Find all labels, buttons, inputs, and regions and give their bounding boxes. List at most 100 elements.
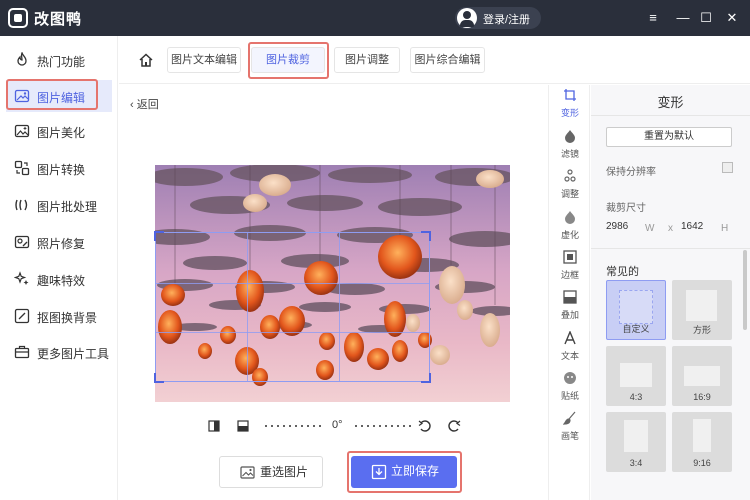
tool-adjust[interactable]: 调整: [549, 166, 591, 206]
crop-height-field[interactable]: 1642: [681, 221, 703, 232]
back-chevron-icon: ‹: [130, 99, 137, 111]
tool-label: 边框: [560, 270, 579, 280]
back-label: 返回: [136, 99, 159, 111]
preset-4-3[interactable]: 4:3: [606, 346, 666, 406]
batch-icon: [15, 199, 28, 211]
maximize-icon[interactable]: ☐: [697, 9, 715, 27]
preset-label: 16:9: [693, 392, 711, 402]
tab-image-adjust[interactable]: 图片调整: [334, 47, 400, 73]
crop-selection[interactable]: [154, 231, 431, 383]
sidebar-highlight-frame: [6, 79, 98, 110]
crop-handle-top-left[interactable]: [154, 231, 164, 241]
text-icon: [564, 331, 576, 345]
preset-square[interactable]: 方形: [672, 280, 732, 340]
crop-width-field[interactable]: 2986: [606, 221, 628, 232]
crop-grid-line: [339, 233, 340, 381]
panel-scrollbar[interactable]: [743, 250, 747, 330]
menu-icon[interactable]: ≡: [644, 9, 662, 27]
sparkle-icon: [14, 271, 29, 285]
tool-label: 滤镜: [560, 149, 579, 159]
sidebar-item-label: 更多图片工具: [37, 347, 110, 361]
sidebar-item-cutout[interactable]: 抠图换背景: [6, 300, 112, 332]
image-beautify-icon: [14, 124, 30, 138]
sidebar-item-batch[interactable]: 图片批处理: [6, 189, 112, 221]
tool-label: 叠加: [560, 310, 579, 320]
tool-blur[interactable]: 虚化: [549, 207, 591, 247]
preset-label: 4:3: [629, 392, 643, 402]
reselect-label: 重选图片: [260, 465, 309, 479]
rotation-slider-right[interactable]: [353, 425, 413, 427]
app-logo-icon: [8, 8, 28, 28]
tool-transform[interactable]: 变形: [549, 85, 591, 125]
crop-grid-line: [156, 283, 429, 284]
sidebar-item-label: 图片美化: [37, 126, 86, 140]
crop-size-label: 裁剪尺寸: [606, 203, 646, 214]
login-button[interactable]: 登录/注册: [455, 7, 541, 29]
tool-label: 贴纸: [560, 391, 579, 401]
toolbar: 图片文本编辑 图片裁剪 图片调整 图片综合编辑: [119, 36, 750, 84]
flip-horizontal-icon[interactable]: [208, 420, 220, 432]
back-link[interactable]: ‹ 返回: [130, 96, 159, 112]
rotate-left-icon[interactable]: [418, 419, 432, 433]
transform-icon: [564, 89, 576, 101]
tab-text-edit[interactable]: 图片文本编辑: [167, 47, 241, 73]
flame-icon: [17, 52, 27, 66]
preset-custom[interactable]: 自定义: [606, 280, 666, 340]
preset-3-4[interactable]: 3:4: [606, 412, 666, 472]
tool-filter[interactable]: 滤镜: [549, 126, 591, 166]
preset-shape: [686, 290, 717, 321]
reset-default-button[interactable]: 重置为默认: [606, 127, 732, 147]
minimize-icon[interactable]: —: [674, 9, 692, 27]
sidebar-item-hot[interactable]: 热门功能: [6, 44, 112, 76]
sidebar-item-effects[interactable]: 趣味特效: [6, 263, 112, 295]
keep-resolution-checkbox[interactable]: [722, 162, 733, 173]
preset-shape: [620, 363, 652, 387]
tool-sticker[interactable]: 贴纸: [549, 368, 591, 408]
sidebar-item-convert[interactable]: 图片转换: [6, 152, 112, 184]
sidebar-item-label: 趣味特效: [37, 274, 86, 288]
tab-comprehensive-edit[interactable]: 图片综合编辑: [410, 47, 485, 73]
preset-label: 自定义: [622, 324, 650, 334]
sidebar-item-more-tools[interactable]: 更多图片工具: [6, 336, 112, 368]
panel-divider: [591, 248, 750, 249]
tool-label: 文本: [560, 351, 579, 361]
tool-rail: 变形 滤镜 调整 虚化 边框 叠加 文本 贴纸 画笔: [548, 85, 590, 500]
crop-handle-bottom-left[interactable]: [154, 373, 164, 383]
preset-label: 9:16: [693, 458, 711, 468]
image-icon: [240, 466, 255, 479]
keep-resolution-label: 保持分辨率: [606, 167, 656, 178]
tool-overlay[interactable]: 叠加: [549, 287, 591, 327]
panel-divider: [591, 115, 750, 116]
sidebar-item-label: 图片转换: [37, 163, 86, 177]
reselect-image-button[interactable]: 重选图片: [219, 456, 323, 488]
width-unit: W: [645, 223, 655, 234]
repair-icon: [14, 235, 30, 249]
home-icon[interactable]: [138, 52, 154, 68]
preset-shape: [693, 419, 711, 452]
flip-vertical-icon[interactable]: [237, 420, 249, 432]
size-separator: x: [668, 223, 673, 234]
sidebar-item-label: 抠图换背景: [37, 311, 98, 325]
brush-icon: [563, 411, 576, 425]
sidebar-item-repair[interactable]: 照片修复: [6, 226, 112, 258]
tool-label: 变形: [560, 108, 579, 118]
crop-grid-line: [156, 332, 429, 333]
preset-9-16[interactable]: 9:16: [672, 412, 732, 472]
save-highlight-frame: [347, 451, 462, 493]
crop-handle-bottom-right[interactable]: [421, 373, 431, 383]
tool-frame[interactable]: 边框: [549, 247, 591, 287]
rotation-degree: 0°: [332, 419, 343, 431]
preset-16-9[interactable]: 16:9: [672, 346, 732, 406]
sidebar-item-beautify[interactable]: 图片美化: [6, 115, 112, 147]
rotation-slider-left[interactable]: [263, 425, 325, 427]
close-icon[interactable]: ✕: [723, 9, 741, 27]
crop-handle-top-right[interactable]: [421, 231, 431, 241]
tool-label: 画笔: [560, 431, 579, 441]
tool-text[interactable]: 文本: [549, 328, 591, 368]
tool-brush[interactable]: 画笔: [549, 408, 591, 448]
sidebar-item-label: 热门功能: [37, 55, 86, 69]
frame-icon: [563, 250, 577, 264]
sidebar-item-label: 图片批处理: [37, 200, 98, 214]
rotate-right-icon[interactable]: [447, 419, 461, 433]
toolbox-icon: [14, 345, 30, 359]
